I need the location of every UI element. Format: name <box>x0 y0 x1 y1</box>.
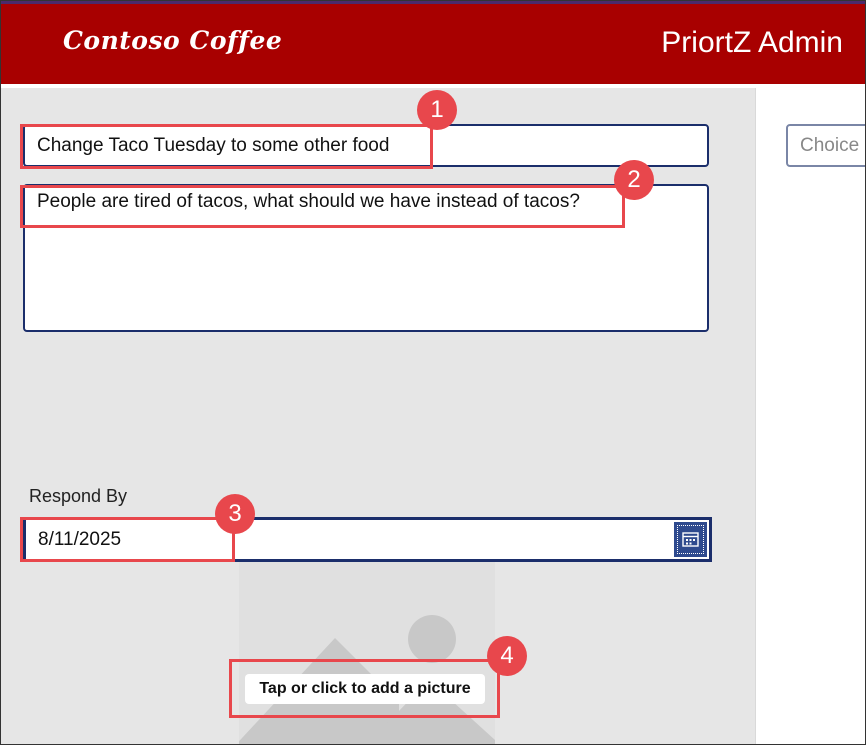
respond-by-label: Respond By <box>29 486 128 506</box>
callout-badge-1: 1 <box>417 90 457 130</box>
panel-divider <box>755 88 756 744</box>
calendar-button[interactable] <box>674 522 707 557</box>
callout-box-2 <box>20 185 625 228</box>
callout-badge-2: 2 <box>614 160 654 200</box>
callout-box-3 <box>20 517 235 562</box>
brand-logo: Contoso Coffee <box>63 26 283 55</box>
app-window: Contoso Coffee PriortZ Admin Change Taco… <box>0 0 866 745</box>
app-title: PriortZ Admin <box>661 26 843 59</box>
callout-badge-3: 3 <box>215 494 255 534</box>
calendar-icon <box>682 532 699 547</box>
app-header: Contoso Coffee PriortZ Admin <box>1 1 865 84</box>
callout-box-4 <box>229 659 500 718</box>
callout-box-1 <box>20 124 433 169</box>
choice-input[interactable]: Choice <box>786 124 865 167</box>
callout-badge-4: 4 <box>487 636 527 676</box>
